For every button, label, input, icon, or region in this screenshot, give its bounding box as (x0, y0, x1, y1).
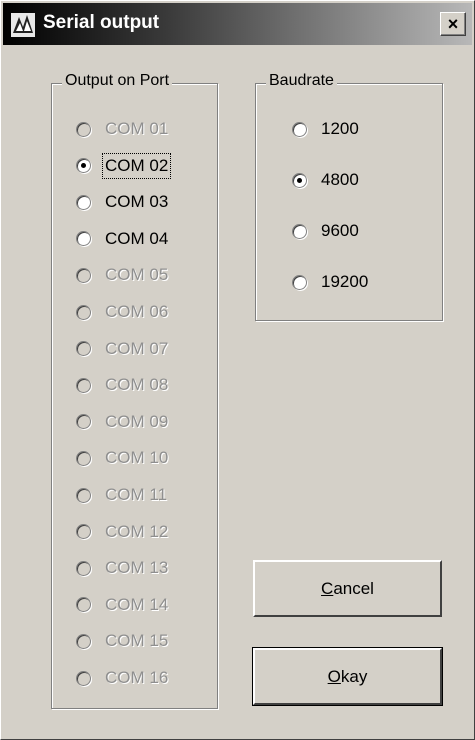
port-option-label: COM 15 (105, 631, 169, 651)
port-option-label: COM 13 (105, 558, 169, 578)
port-option-label: COM 02 (101, 152, 172, 179)
radio-unselected-icon (76, 633, 91, 649)
radio-unselected-icon (76, 450, 91, 466)
radio-baud-option[interactable]: 9600 (292, 219, 359, 243)
close-icon[interactable]: × (440, 12, 466, 36)
radio-baud-option[interactable]: 4800 (292, 168, 359, 192)
radio-unselected-icon[interactable] (292, 274, 307, 290)
radio-unselected-icon (76, 267, 91, 283)
radio-baud-option[interactable]: 19200 (292, 270, 368, 294)
radio-port-option: COM 14 (76, 593, 168, 617)
port-option-label: COM 16 (105, 668, 169, 687)
radio-unselected-icon (76, 597, 91, 613)
radio-port-option: COM 11 (76, 483, 167, 507)
radio-unselected-icon (76, 377, 91, 393)
radio-port-option: COM 01 (76, 117, 168, 141)
cancel-button-label: Cancel (321, 578, 374, 598)
radio-unselected-icon (76, 341, 91, 357)
radio-unselected-icon (76, 414, 91, 430)
radio-unselected-icon (76, 304, 91, 320)
port-option-label: COM 14 (105, 594, 169, 614)
radio-port-option[interactable]: COM 02 (76, 152, 172, 179)
radio-port-option: COM 07 (76, 337, 168, 361)
baudrate-legend: Baudrate (266, 72, 337, 90)
port-option-label: COM 11 (105, 485, 168, 504)
dialog-window: Serial output × Output on Port COM 01 COM… (0, 0, 475, 740)
radio-port-option: COM 15 (76, 629, 168, 653)
port-option-label: COM 07 (105, 338, 169, 358)
port-option-label: COM 05 (105, 265, 169, 285)
port-option-label: COM 10 (105, 448, 169, 468)
okay-button-label: Okay (327, 666, 368, 686)
port-option-label: COM 06 (105, 302, 169, 321)
port-option-label: COM 12 (105, 521, 169, 541)
radio-unselected-icon[interactable] (76, 194, 91, 210)
port-option-label: COM 04 (105, 228, 169, 248)
radio-port-option: COM 09 (76, 410, 168, 434)
radio-unselected-icon[interactable] (76, 231, 91, 247)
window-title: Serial output (43, 12, 160, 33)
radio-port-option: COM 13 (76, 556, 168, 580)
radio-unselected-icon (76, 121, 91, 137)
radio-port-option[interactable]: COM 03 (76, 190, 168, 214)
radio-unselected-icon (76, 487, 91, 503)
radio-port-option: COM 05 (76, 263, 168, 287)
port-option-label: COM 08 (105, 375, 169, 395)
radio-port-option: COM 16 (76, 666, 168, 690)
baud-option-label: 4800 (321, 170, 359, 189)
radio-unselected-icon (76, 670, 91, 686)
title-bar[interactable]: Serial output × (3, 3, 472, 45)
radio-port-option: COM 10 (76, 446, 168, 470)
app-icon (11, 13, 35, 37)
output-port-legend: Output on Port (62, 72, 173, 90)
radio-unselected-icon (76, 560, 91, 576)
baud-option-label: 1200 (321, 119, 359, 138)
radio-unselected-icon (76, 524, 91, 540)
radio-unselected-icon[interactable] (292, 223, 307, 239)
baud-option-label: 19200 (321, 272, 369, 291)
baudrate-group: Baudrate 1200 4800 9600 19200 (255, 72, 443, 321)
output-port-group: Output on Port COM 01 COM 02 COM 03 COM 04 C… (51, 72, 218, 709)
radio-port-option: COM 06 (76, 300, 168, 324)
radio-baud-option[interactable]: 1200 (292, 117, 359, 141)
radio-port-option: COM 12 (76, 520, 168, 544)
radio-unselected-icon[interactable] (292, 121, 307, 137)
okay-button[interactable]: Okay (252, 647, 443, 706)
port-option-label: COM 09 (105, 411, 169, 431)
radio-port-option[interactable]: COM 04 (76, 227, 168, 251)
radio-selected-icon[interactable] (292, 172, 307, 188)
port-option-label: COM 03 (105, 192, 169, 212)
cancel-button[interactable]: Cancel (253, 560, 442, 617)
radio-port-option: COM 08 (76, 373, 168, 397)
port-option-label: COM 01 (105, 119, 169, 138)
radio-selected-icon[interactable] (76, 158, 91, 174)
baud-option-label: 9600 (321, 221, 359, 240)
